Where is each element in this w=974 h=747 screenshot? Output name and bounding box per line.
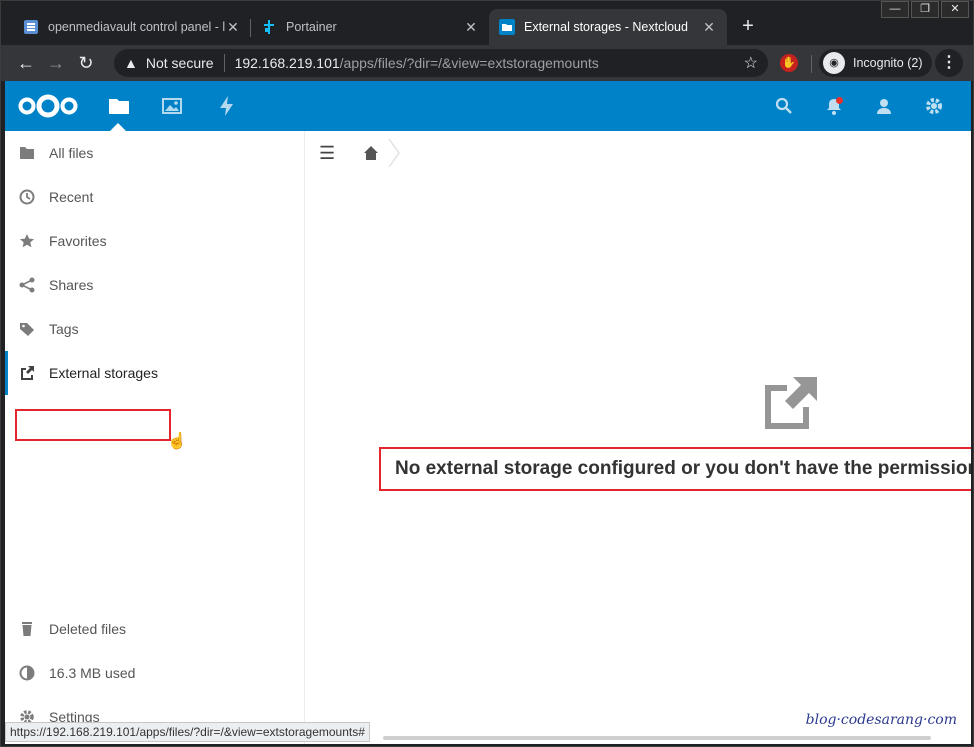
tab-title: Portainer (286, 20, 337, 34)
sidebar-item-label: Recent (49, 189, 94, 205)
main-content: ☰ No external storage configured or you … (305, 131, 971, 744)
tab-strip: openmediavault control panel - l ✕ Porta… (13, 9, 973, 45)
sidebar-item-label: Shares (49, 277, 94, 293)
url-host: 192.168.219.101 (234, 55, 340, 71)
warning-icon[interactable]: ▲ (124, 55, 138, 71)
sidebar-item-shares[interactable]: Shares (5, 263, 305, 307)
incognito-label: Incognito (2) (853, 56, 923, 70)
reload-icon[interactable]: ↻ (71, 48, 101, 78)
star-icon (19, 234, 35, 248)
activity-icon[interactable] (215, 94, 239, 118)
portainer-favicon-icon (264, 20, 274, 34)
nextcloud-header (5, 81, 971, 131)
sidebar-item-label: External storages (49, 365, 158, 381)
active-app-caret (110, 123, 126, 131)
empty-content-message: No external storage configured or you do… (379, 447, 971, 491)
photos-icon[interactable] (160, 94, 184, 118)
address-divider (223, 54, 225, 72)
toolbar-divider (811, 55, 812, 73)
search-icon[interactable] (774, 96, 794, 116)
sidebar: All files Recent Favorites Shares Tags E… (5, 131, 305, 744)
settings-icon[interactable] (924, 96, 944, 116)
breadcrumb: ☰ (305, 131, 971, 175)
extension-icon[interactable]: ✋ (780, 54, 798, 72)
sidebar-item-label: All files (49, 145, 94, 161)
nextcloud-logo-icon[interactable] (17, 93, 79, 119)
status-bar-url: https://192.168.219.101/apps/files/?dir=… (5, 722, 370, 742)
tag-icon (20, 323, 34, 336)
files-icon[interactable] (107, 94, 131, 118)
sidebar-item-recent[interactable]: Recent (5, 175, 305, 219)
horizontal-scrollbar[interactable] (383, 736, 931, 740)
security-label[interactable]: Not secure (146, 55, 214, 71)
sidebar-item-label: Tags (49, 321, 79, 337)
share-icon (19, 277, 35, 293)
external-link-icon (21, 366, 34, 380)
trash-icon (22, 622, 32, 636)
close-tab-icon[interactable]: ✕ (701, 19, 717, 36)
sidebar-item-label: Deleted files (49, 621, 127, 637)
highlight-box (15, 409, 171, 441)
sidebar-item-tags[interactable]: Tags (5, 307, 305, 351)
watermark: blog·codesarang·com (805, 712, 957, 728)
url-path: /apps/files/?dir=/&view=extstoragemounts (339, 55, 599, 71)
menu-hamburger-icon[interactable]: ☰ (319, 143, 335, 164)
incognito-icon: ◉ (823, 52, 845, 74)
tab-portainer[interactable]: Portainer ✕ (251, 9, 489, 45)
tab-external-storages[interactable]: External storages - Nextcloud ✕ (489, 9, 727, 45)
close-tab-icon[interactable]: ✕ (463, 19, 479, 36)
address-bar[interactable]: ▲ Not secure 192.168.219.101 /apps/files… (114, 49, 768, 77)
forward-arrow-icon[interactable]: → (41, 48, 71, 78)
hand-cursor-icon: ☝ (167, 433, 187, 450)
back-arrow-icon[interactable]: ← (11, 48, 41, 78)
breadcrumb-chevron-icon (388, 139, 400, 167)
sidebar-item-label: Favorites (49, 233, 107, 249)
new-tab-button[interactable]: + (733, 9, 763, 45)
bookmark-star-icon[interactable]: ☆ (744, 53, 758, 73)
folder-icon (20, 147, 34, 159)
browser-menu-icon[interactable]: ⋮ (935, 49, 963, 77)
tab-openmediavault[interactable]: openmediavault control panel - l ✕ (13, 9, 251, 45)
notification-dot (836, 97, 843, 104)
nextcloud-folder-favicon-icon (499, 19, 515, 35)
nextcloud-page: All files Recent Favorites Shares Tags E… (5, 81, 971, 744)
external-storage-empty-icon (765, 377, 817, 429)
sidebar-item-quota: 16.3 MB used (5, 651, 305, 695)
browser-window: — ❐ ✕ openmediavault control panel - l ✕… (0, 0, 974, 747)
contacts-icon[interactable] (874, 96, 894, 116)
sidebar-item-deleted-files[interactable]: Deleted files (5, 607, 305, 651)
close-tab-icon[interactable]: ✕ (225, 19, 241, 36)
incognito-badge[interactable]: ◉ Incognito (2) (819, 49, 933, 77)
sidebar-item-all-files[interactable]: All files (5, 131, 305, 175)
home-icon[interactable] (363, 145, 379, 161)
browser-toolbar: ← → ↻ ▲ Not secure 192.168.219.101 /apps… (1, 45, 973, 81)
quota-icon (19, 665, 35, 681)
tab-title: openmediavault control panel - l (48, 20, 225, 34)
openmediavault-favicon-icon (24, 20, 38, 34)
sidebar-item-favorites[interactable]: Favorites (5, 219, 305, 263)
clock-icon (19, 189, 35, 205)
tab-title: External storages - Nextcloud (524, 20, 688, 34)
sidebar-item-external-storages[interactable]: External storages (5, 351, 305, 395)
sidebar-item-label: 16.3 MB used (49, 665, 136, 681)
